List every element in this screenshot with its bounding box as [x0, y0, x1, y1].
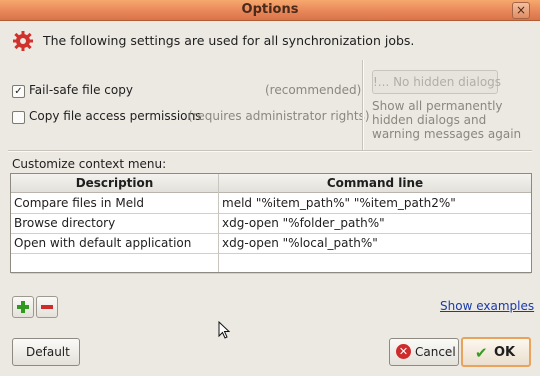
default-button-label: Default: [26, 345, 70, 359]
column-header-description[interactable]: Description: [11, 176, 218, 190]
cancel-icon: ✕: [396, 344, 411, 359]
window-title: Options: [241, 2, 299, 17]
horizontal-divider: [8, 150, 532, 152]
table-row[interactable]: Open with default application xdg-open "…: [11, 233, 531, 254]
context-menu-label: Customize context menu:: [12, 157, 167, 171]
cell-command: xdg-open "%local_path%": [222, 236, 378, 250]
column-divider: [218, 174, 219, 272]
context-menu-table: Description Command line Compare files i…: [10, 173, 532, 274]
cell-description: Compare files in Meld: [14, 196, 145, 210]
permissions-hint: (requires administrator rights): [188, 109, 370, 123]
header-text: The following settings are used for all …: [43, 33, 415, 48]
hidden-dialogs-button[interactable]: !... No hidden dialogs: [372, 70, 501, 94]
ok-button[interactable]: ✔ OK: [461, 337, 531, 367]
permissions-checkbox[interactable]: [12, 111, 25, 124]
table-row[interactable]: Compare files in Meld meld "%item_path%"…: [11, 193, 531, 214]
table-row[interactable]: [11, 253, 531, 274]
failsafe-checkbox[interactable]: ✓: [12, 85, 25, 98]
checkmark-icon: ✔: [475, 344, 488, 362]
cancel-button-label: Cancel: [415, 345, 456, 359]
title-bar: Options ×: [0, 0, 540, 21]
remove-row-button[interactable]: [36, 296, 58, 318]
cell-command: meld "%item_path%" "%item_path2%": [222, 196, 456, 210]
cancel-button[interactable]: ✕ Cancel: [389, 338, 459, 366]
vertical-divider: [362, 60, 364, 150]
column-header-command-line[interactable]: Command line: [219, 176, 531, 190]
table-header: Description Command line: [11, 174, 531, 193]
gear-icon: [13, 31, 33, 51]
add-row-button[interactable]: [12, 296, 34, 318]
default-button[interactable]: Default: [12, 338, 80, 366]
table-row[interactable]: Browse directory xdg-open "%folder_path%…: [11, 213, 531, 234]
cell-description: Open with default application: [14, 236, 192, 250]
failsafe-label: Fail-safe file copy: [29, 83, 133, 97]
options-dialog: Options × The following settings are use…: [0, 0, 540, 376]
close-button[interactable]: ×: [512, 2, 530, 19]
mouse-cursor-icon: [218, 321, 230, 339]
show-examples-link[interactable]: Show examples: [440, 299, 534, 313]
ok-button-label: OK: [494, 345, 516, 360]
hidden-dialogs-hint: Show all permanently hidden dialogs and …: [372, 99, 522, 141]
cell-command: xdg-open "%folder_path%": [222, 216, 385, 230]
cell-description: Browse directory: [14, 216, 116, 230]
failsafe-hint: (recommended): [265, 83, 362, 97]
minus-icon: [41, 305, 53, 309]
permissions-label: Copy file access permissions: [29, 109, 202, 123]
